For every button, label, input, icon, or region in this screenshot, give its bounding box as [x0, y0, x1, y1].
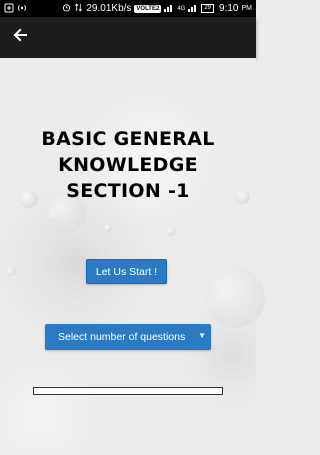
network-type: 4G [177, 5, 186, 12]
background-bubble [104, 224, 112, 232]
status-bar: 29.01Kb/s VOLTE2 4G 29 9:10 PM [0, 0, 256, 17]
signal-icon-2 [188, 3, 198, 14]
caret-down-icon: ▼ [198, 331, 206, 340]
background-bubble [6, 266, 16, 276]
progress-bar [33, 387, 223, 395]
arrow-left-icon [12, 27, 28, 48]
page-title: BASIC GENERAL KNOWLEDGE SECTION -1 [0, 126, 256, 204]
clock: 9:10 [219, 3, 239, 14]
app-bar [0, 17, 256, 58]
title-line: SECTION -1 [66, 180, 190, 202]
title-line: KNOWLEDGE [58, 154, 198, 176]
title-line: BASIC GENERAL [41, 128, 215, 150]
background-bubble [205, 268, 265, 328]
signal-icon [164, 3, 174, 14]
battery-indicator: 29 [201, 4, 215, 13]
data-transfer-icon [74, 3, 83, 14]
background-bubble [166, 226, 176, 236]
app-notification-icon [4, 3, 14, 15]
hotspot-icon [17, 3, 27, 15]
network-speed: 29.01Kb/s [86, 3, 132, 14]
select-value: Select number of questions [58, 331, 186, 343]
clock-suffix: PM [241, 5, 253, 12]
back-button[interactable] [2, 20, 38, 56]
volte-badge: VOLTE2 [134, 4, 162, 13]
main-content: BASIC GENERAL KNOWLEDGE SECTION -1 Let U… [0, 58, 265, 455]
alarm-icon [62, 3, 71, 14]
start-button[interactable]: Let Us Start ! [86, 259, 167, 284]
question-count-select[interactable]: Select number of questions ▼ [45, 324, 211, 350]
